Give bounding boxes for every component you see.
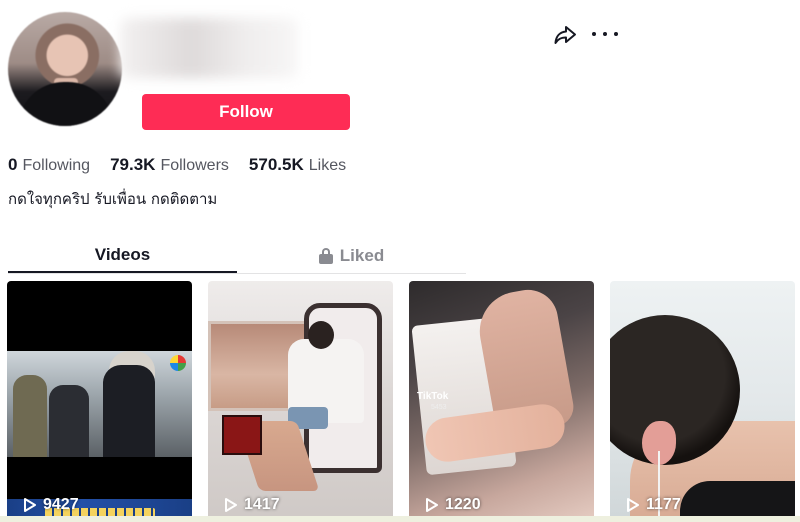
- view-count-value: 1417: [244, 496, 280, 513]
- video-grid: 9427 1417 TikTok 5453 1220 1177: [7, 281, 795, 522]
- more-dot: [592, 32, 596, 36]
- tab-videos[interactable]: Videos: [8, 238, 237, 273]
- tab-liked-label: Liked: [339, 245, 385, 265]
- lock-icon: [318, 247, 333, 264]
- followers-count: 79.3K: [110, 155, 156, 174]
- video-card[interactable]: 9427: [7, 281, 192, 522]
- profile-tabs: Videos Liked: [8, 238, 466, 274]
- view-count-value: 9427: [43, 496, 79, 513]
- profile-stats: 0 Following 79.3K Followers 570.5K Likes: [8, 155, 346, 175]
- play-icon: [24, 498, 36, 512]
- share-icon[interactable]: [552, 22, 578, 48]
- likes-label: Likes: [308, 157, 347, 174]
- tiktok-watermark: TikTok: [417, 391, 449, 402]
- blurred-username: [120, 18, 298, 78]
- following-label: Following: [22, 157, 91, 174]
- avatar-shirt: [18, 82, 114, 126]
- stat-followers[interactable]: 79.3K Followers: [110, 155, 229, 175]
- likes-count: 570.5K: [248, 155, 304, 174]
- play-icon: [627, 498, 639, 512]
- avatar: [8, 12, 122, 126]
- video-card[interactable]: 1417: [208, 281, 393, 522]
- tiktok-watermark-id: 5453: [431, 404, 447, 411]
- more-icon[interactable]: [592, 24, 618, 44]
- bottom-strip: [0, 516, 800, 522]
- profile-bio: กดใจทุกคริป รับเพื่อน กดติดตาม: [8, 190, 218, 208]
- video-card[interactable]: TikTok 5453 1220: [409, 281, 594, 522]
- tab-videos-label: Videos: [94, 244, 151, 264]
- view-count-value: 1220: [445, 496, 481, 513]
- tab-liked[interactable]: Liked: [237, 238, 466, 273]
- follow-button[interactable]: Follow: [142, 94, 350, 130]
- view-count: 1417: [224, 496, 280, 514]
- video-thumbnail: [7, 351, 192, 522]
- video-card[interactable]: 1177: [610, 281, 795, 522]
- view-count: 9427: [23, 496, 79, 514]
- play-icon: [225, 498, 237, 512]
- view-count: 1177: [626, 496, 681, 514]
- stat-likes: 570.5K Likes: [249, 155, 346, 175]
- stat-following[interactable]: 0 Following: [8, 155, 90, 175]
- more-dot: [603, 32, 607, 36]
- view-count-value: 1177: [646, 496, 681, 513]
- following-count: 0: [8, 155, 18, 174]
- more-dot: [614, 32, 618, 36]
- view-count: 1220: [425, 496, 481, 514]
- followers-label: Followers: [160, 157, 229, 174]
- play-icon: [426, 498, 438, 512]
